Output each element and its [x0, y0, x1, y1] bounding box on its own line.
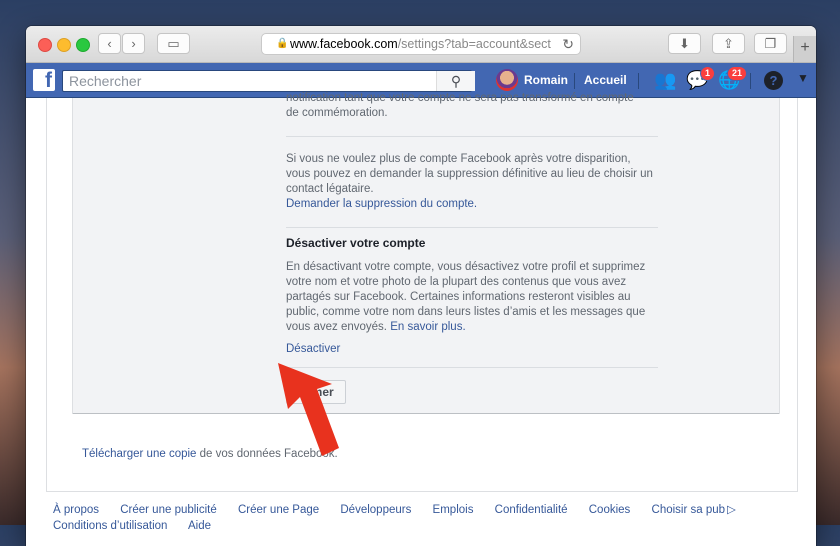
- zoom-window-button[interactable]: [76, 38, 90, 52]
- search-icon: ⚲: [450, 73, 462, 89]
- download-copy-row: Télécharger une copie de vos données Fac…: [82, 448, 338, 460]
- header-divider: [574, 73, 575, 89]
- avatar[interactable]: [496, 69, 518, 91]
- footer-row: À propos Créer une publicité Créer une P…: [53, 502, 793, 516]
- notifications-badge: 21: [727, 66, 748, 81]
- download-icon: ⬇: [679, 35, 690, 51]
- footer-link[interactable]: Conditions d’utilisation: [53, 520, 167, 532]
- footer-link[interactable]: Choisir sa pub: [652, 504, 726, 516]
- new-tab-button[interactable]: +: [793, 36, 816, 62]
- help-icon[interactable]: ?: [764, 71, 783, 90]
- forward-button[interactable]: ›: [122, 33, 145, 54]
- sidebar-icon: ▭: [167, 35, 180, 51]
- download-copy-text: de vos données Facebook.: [199, 448, 338, 460]
- learn-more-link[interactable]: En savoir plus.: [390, 321, 465, 333]
- minimize-window-button[interactable]: [57, 38, 71, 52]
- footer-link[interactable]: Créer une publicité: [120, 504, 217, 516]
- browser-toolbar: ‹ › ▭ 🔒 www.facebook.com/settings?tab=ac…: [26, 26, 816, 63]
- footer-link[interactable]: Aide: [188, 520, 211, 532]
- home-link[interactable]: Accueil: [584, 73, 627, 87]
- memorial-text-line: de commémoration.: [286, 107, 388, 119]
- close-window-button[interactable]: [38, 38, 52, 52]
- footer-link[interactable]: Créer une Page: [238, 504, 319, 516]
- friends-icon[interactable]: 👥: [654, 70, 676, 91]
- share-icon: ⇪: [723, 35, 734, 51]
- share-button[interactable]: ⇪: [712, 33, 745, 54]
- footer-link[interactable]: Cookies: [589, 504, 631, 516]
- tabs-button[interactable]: ❐: [754, 33, 787, 54]
- footer-link[interactable]: Emplois: [433, 504, 474, 516]
- footer-row: Conditions d’utilisation Aide: [53, 520, 793, 532]
- divider: [286, 136, 658, 137]
- adchoices-icon[interactable]: ▷: [727, 504, 736, 516]
- header-divider: [638, 73, 639, 89]
- close-button[interactable]: Fermer: [286, 380, 346, 404]
- delete-description: Si vous ne voulez plus de compte Faceboo…: [286, 153, 653, 195]
- footer: À propos Créer une publicité Créer une P…: [53, 502, 793, 532]
- panel-bottom-border: [73, 413, 779, 414]
- download-copy-link[interactable]: Télécharger une copie: [82, 448, 196, 460]
- deactivate-heading: Désactiver votre compte: [286, 236, 426, 250]
- reload-icon[interactable]: ↻: [558, 36, 574, 53]
- request-deletion-link[interactable]: Demander la suppression du compte.: [286, 197, 658, 212]
- account-management-panel: notification tant que votre compte ne se…: [72, 92, 780, 414]
- chevron-left-icon: ‹: [107, 36, 112, 51]
- divider: [286, 367, 658, 368]
- footer-link[interactable]: À propos: [53, 504, 99, 516]
- url-path: /settings?tab=account&sect: [397, 37, 551, 51]
- divider: [286, 227, 658, 228]
- facebook-logo-icon[interactable]: f: [33, 69, 55, 91]
- memorial-text: notification tant que votre compte ne se…: [286, 91, 658, 121]
- messenger-badge: 1: [700, 66, 716, 81]
- downloads-button[interactable]: ⬇: [668, 33, 701, 54]
- url-host: www.facebook.com: [290, 37, 398, 51]
- profile-link[interactable]: Romain: [524, 73, 568, 87]
- back-button[interactable]: ‹: [98, 33, 121, 54]
- chevron-right-icon: ›: [131, 36, 136, 51]
- delete-section: Si vous ne voulez plus de compte Faceboo…: [286, 152, 658, 212]
- address-bar[interactable]: 🔒 www.facebook.com/settings?tab=account&…: [261, 33, 581, 55]
- plus-icon: +: [800, 39, 810, 56]
- footer-link[interactable]: Développeurs: [340, 504, 411, 516]
- deactivate-description: En désactivant votre compte, vous désact…: [286, 260, 658, 335]
- page-content: notification tant que votre compte ne se…: [26, 92, 816, 546]
- chevron-down-icon[interactable]: ▼: [797, 71, 809, 85]
- search-button[interactable]: ⚲: [436, 71, 475, 91]
- deactivate-link[interactable]: Désactiver: [286, 342, 658, 357]
- header-divider: [750, 73, 751, 89]
- memorial-text-line: notification tant que votre compte ne se…: [286, 92, 634, 104]
- tabs-icon: ❐: [764, 35, 777, 51]
- footer-link[interactable]: Confidentialité: [495, 504, 568, 516]
- search-input[interactable]: Rechercher: [62, 70, 472, 92]
- lock-icon: 🔒: [276, 38, 289, 49]
- sidebar-button[interactable]: ▭: [157, 33, 190, 54]
- browser-window: ‹ › ▭ 🔒 www.facebook.com/settings?tab=ac…: [26, 26, 816, 546]
